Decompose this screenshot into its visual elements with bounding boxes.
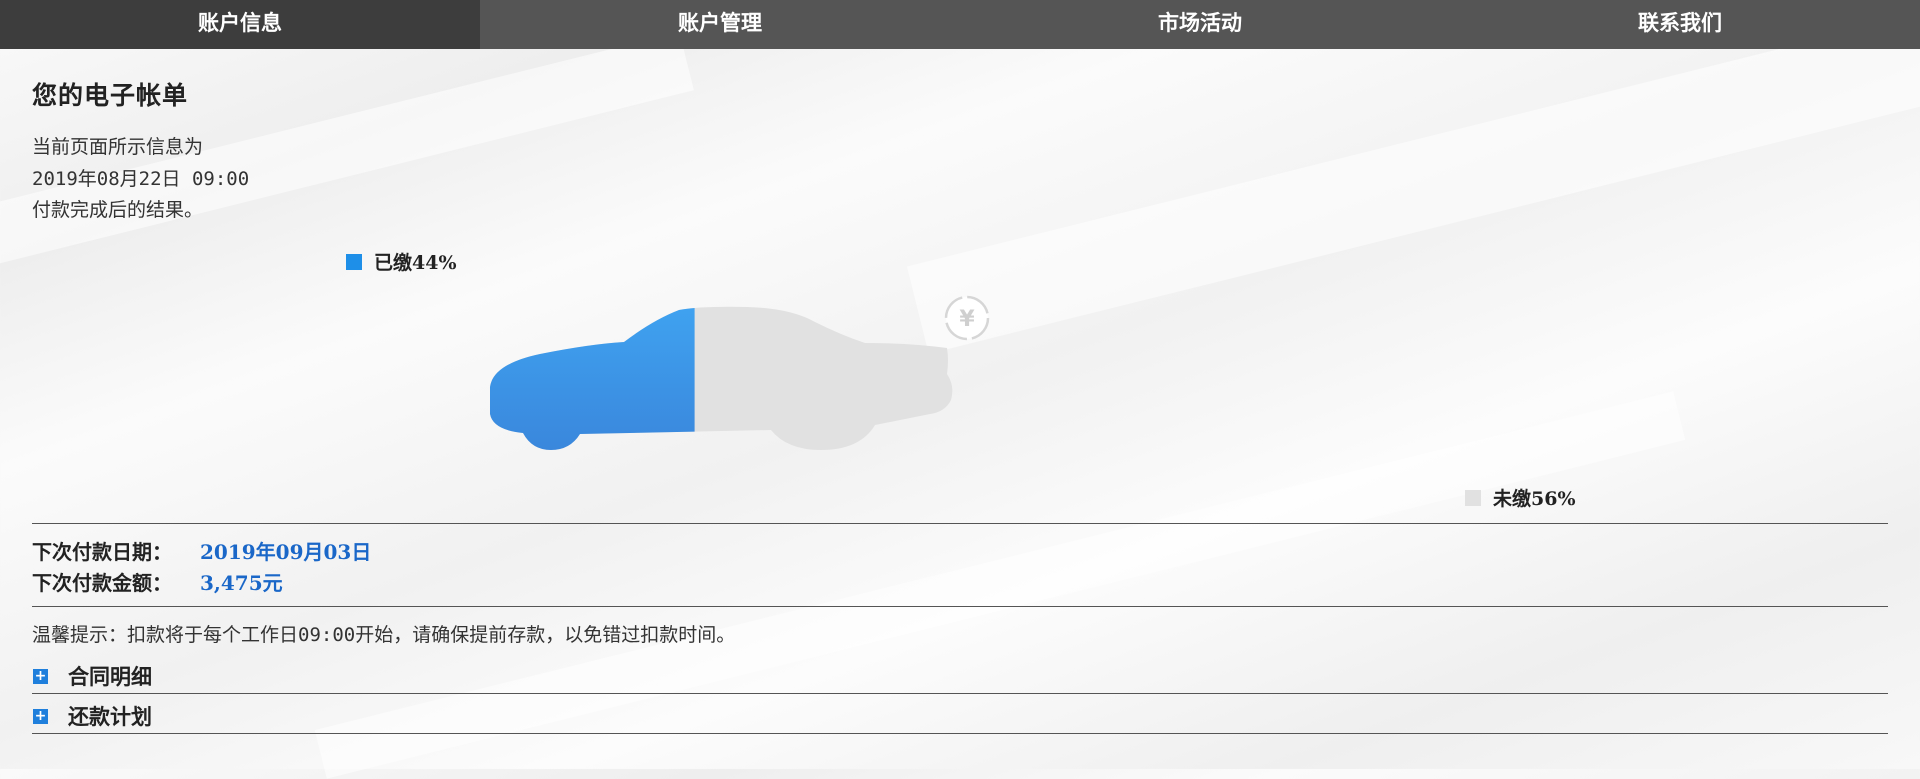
legend-paid-label: 已缴44% (374, 252, 457, 274)
next-payment-date-row: 下次付款日期： 2019年09月03日 (32, 536, 371, 565)
repayment-plan-label: 还款计划 (68, 704, 152, 729)
info-line-3: 付款完成后的结果。 (32, 199, 204, 221)
next-payment-amount-row: 下次付款金额： 3,475元 (32, 567, 283, 596)
repayment-plan-toggle[interactable]: + 还款计划 (32, 699, 1888, 733)
payment-progress-car: ¥ (490, 295, 990, 450)
info-line-1: 当前页面所示信息为 (32, 136, 204, 158)
tab-marketing-activities[interactable]: 市场活动 (960, 0, 1440, 49)
info-line-2: 2019年08月22日 09:00 (32, 168, 250, 190)
contract-details-label: 合同明细 (68, 664, 152, 689)
plus-icon: + (33, 707, 48, 724)
next-payment-amount-label: 下次付款金额： (32, 571, 172, 595)
legend-paid: 已缴44% (346, 248, 457, 275)
divider (32, 523, 1888, 524)
plus-icon: + (33, 667, 48, 684)
legend-unpaid-swatch (1465, 489, 1481, 506)
contract-details-toggle[interactable]: + 合同明细 (32, 659, 1888, 693)
yen-refresh-icon: ¥ (944, 295, 990, 341)
tab-account-management[interactable]: 账户管理 (480, 0, 960, 49)
next-payment-date-value: 2019年09月03日 (200, 540, 372, 564)
legend-paid-swatch (346, 253, 362, 270)
legend-unpaid-label: 未缴56% (1493, 488, 1576, 510)
next-payment-date-label: 下次付款日期： (32, 540, 172, 564)
payment-hint: 温馨提示：扣款将于每个工作日09:00开始，请确保提前存款，以免错过扣款时间。 (32, 624, 736, 646)
divider (32, 693, 1888, 694)
background-streak (906, 0, 1920, 354)
next-payment-amount-value: 3,475元 (200, 571, 283, 595)
svg-text:¥: ¥ (959, 307, 975, 332)
divider (32, 606, 1888, 607)
top-nav: 账户信息 账户管理 市场活动 联系我们 (0, 0, 1920, 49)
divider (32, 733, 1888, 734)
tab-contact-us[interactable]: 联系我们 (1440, 0, 1920, 49)
tab-account-info[interactable]: 账户信息 (0, 0, 480, 49)
page-title: 您的电子帐单 (32, 81, 189, 110)
legend-unpaid: 未缴56% (1465, 484, 1576, 511)
